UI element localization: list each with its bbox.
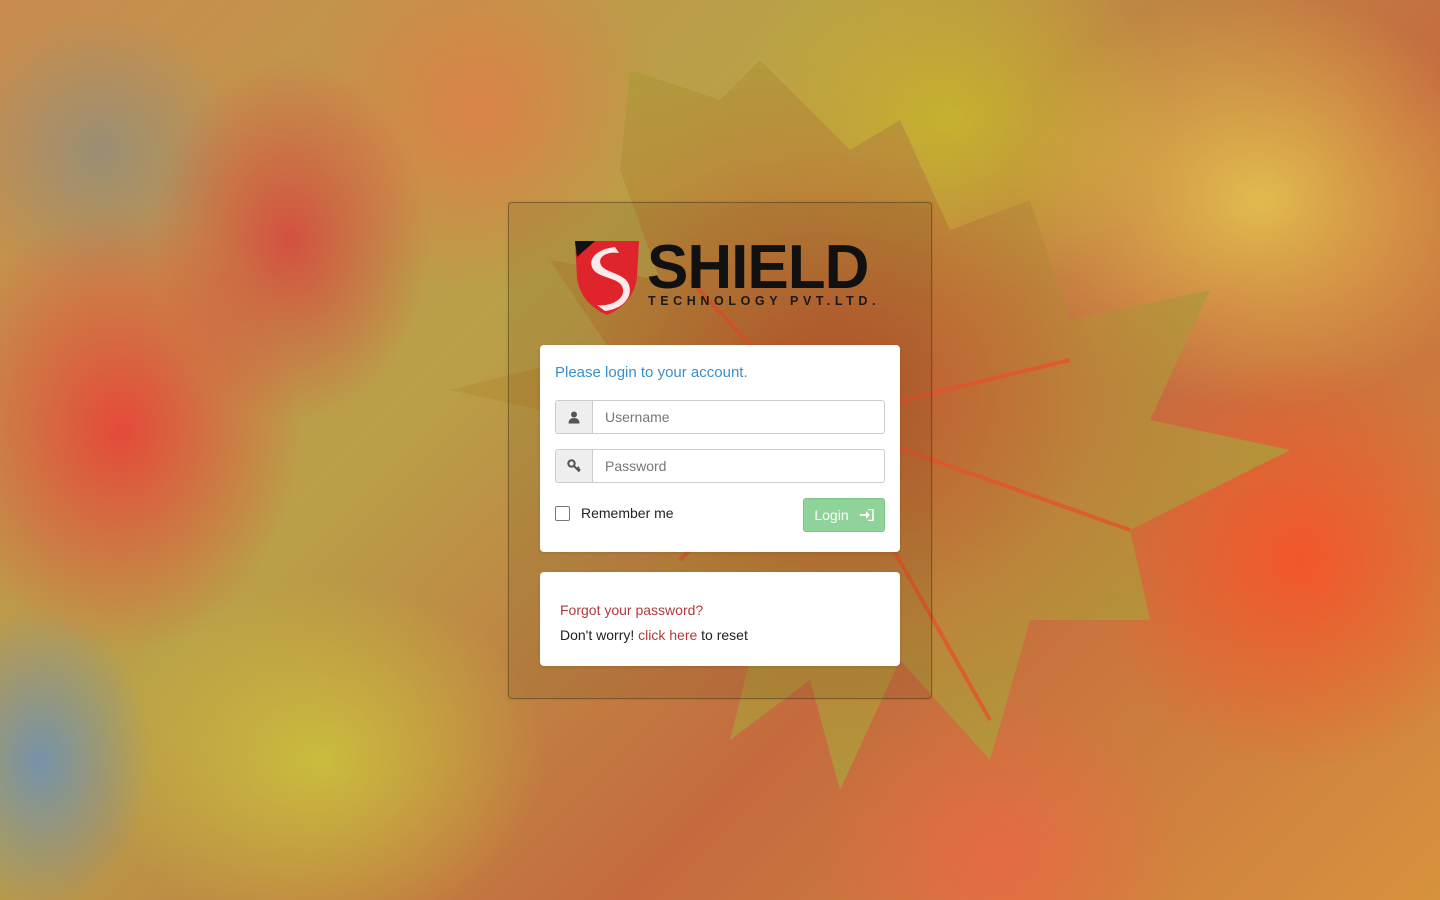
login-heading: Please login to your account. — [555, 364, 748, 381]
brand-logo: SHIELD TECHNOLOGY PVT.LTD. — [571, 233, 875, 315]
username-addon — [555, 400, 592, 434]
login-button-label: Login — [814, 507, 849, 523]
password-input-group — [555, 449, 885, 483]
forgot-password-card: Forgot your password? Don't worry! click… — [540, 572, 900, 666]
login-panel: SHIELD TECHNOLOGY PVT.LTD. Please login … — [508, 202, 932, 699]
user-icon — [568, 411, 580, 423]
remember-me-checkbox[interactable] — [555, 505, 570, 521]
brand-tagline: TECHNOLOGY PVT.LTD. — [648, 294, 881, 308]
key-icon — [567, 459, 581, 473]
remember-me-label: Remember me — [581, 505, 674, 521]
shield-logo-icon — [575, 241, 639, 315]
brand-name: SHIELD — [647, 233, 869, 302]
forgot-password-title: Forgot your password? — [560, 602, 704, 618]
forgot-password-text: Don't worry! click here to reset — [560, 627, 748, 643]
username-input[interactable] — [592, 400, 885, 434]
reset-password-link[interactable]: click here — [638, 627, 697, 643]
forgot-prefix: Don't worry! — [560, 627, 635, 643]
forgot-suffix: to reset — [701, 627, 748, 643]
login-button[interactable]: Login — [803, 498, 885, 532]
username-input-group — [555, 400, 885, 434]
sign-in-icon — [859, 509, 874, 521]
password-input[interactable] — [592, 449, 885, 483]
login-form-card: Please login to your account. Remembe — [540, 345, 900, 552]
password-addon — [555, 449, 592, 483]
remember-me[interactable]: Remember me — [555, 505, 674, 521]
